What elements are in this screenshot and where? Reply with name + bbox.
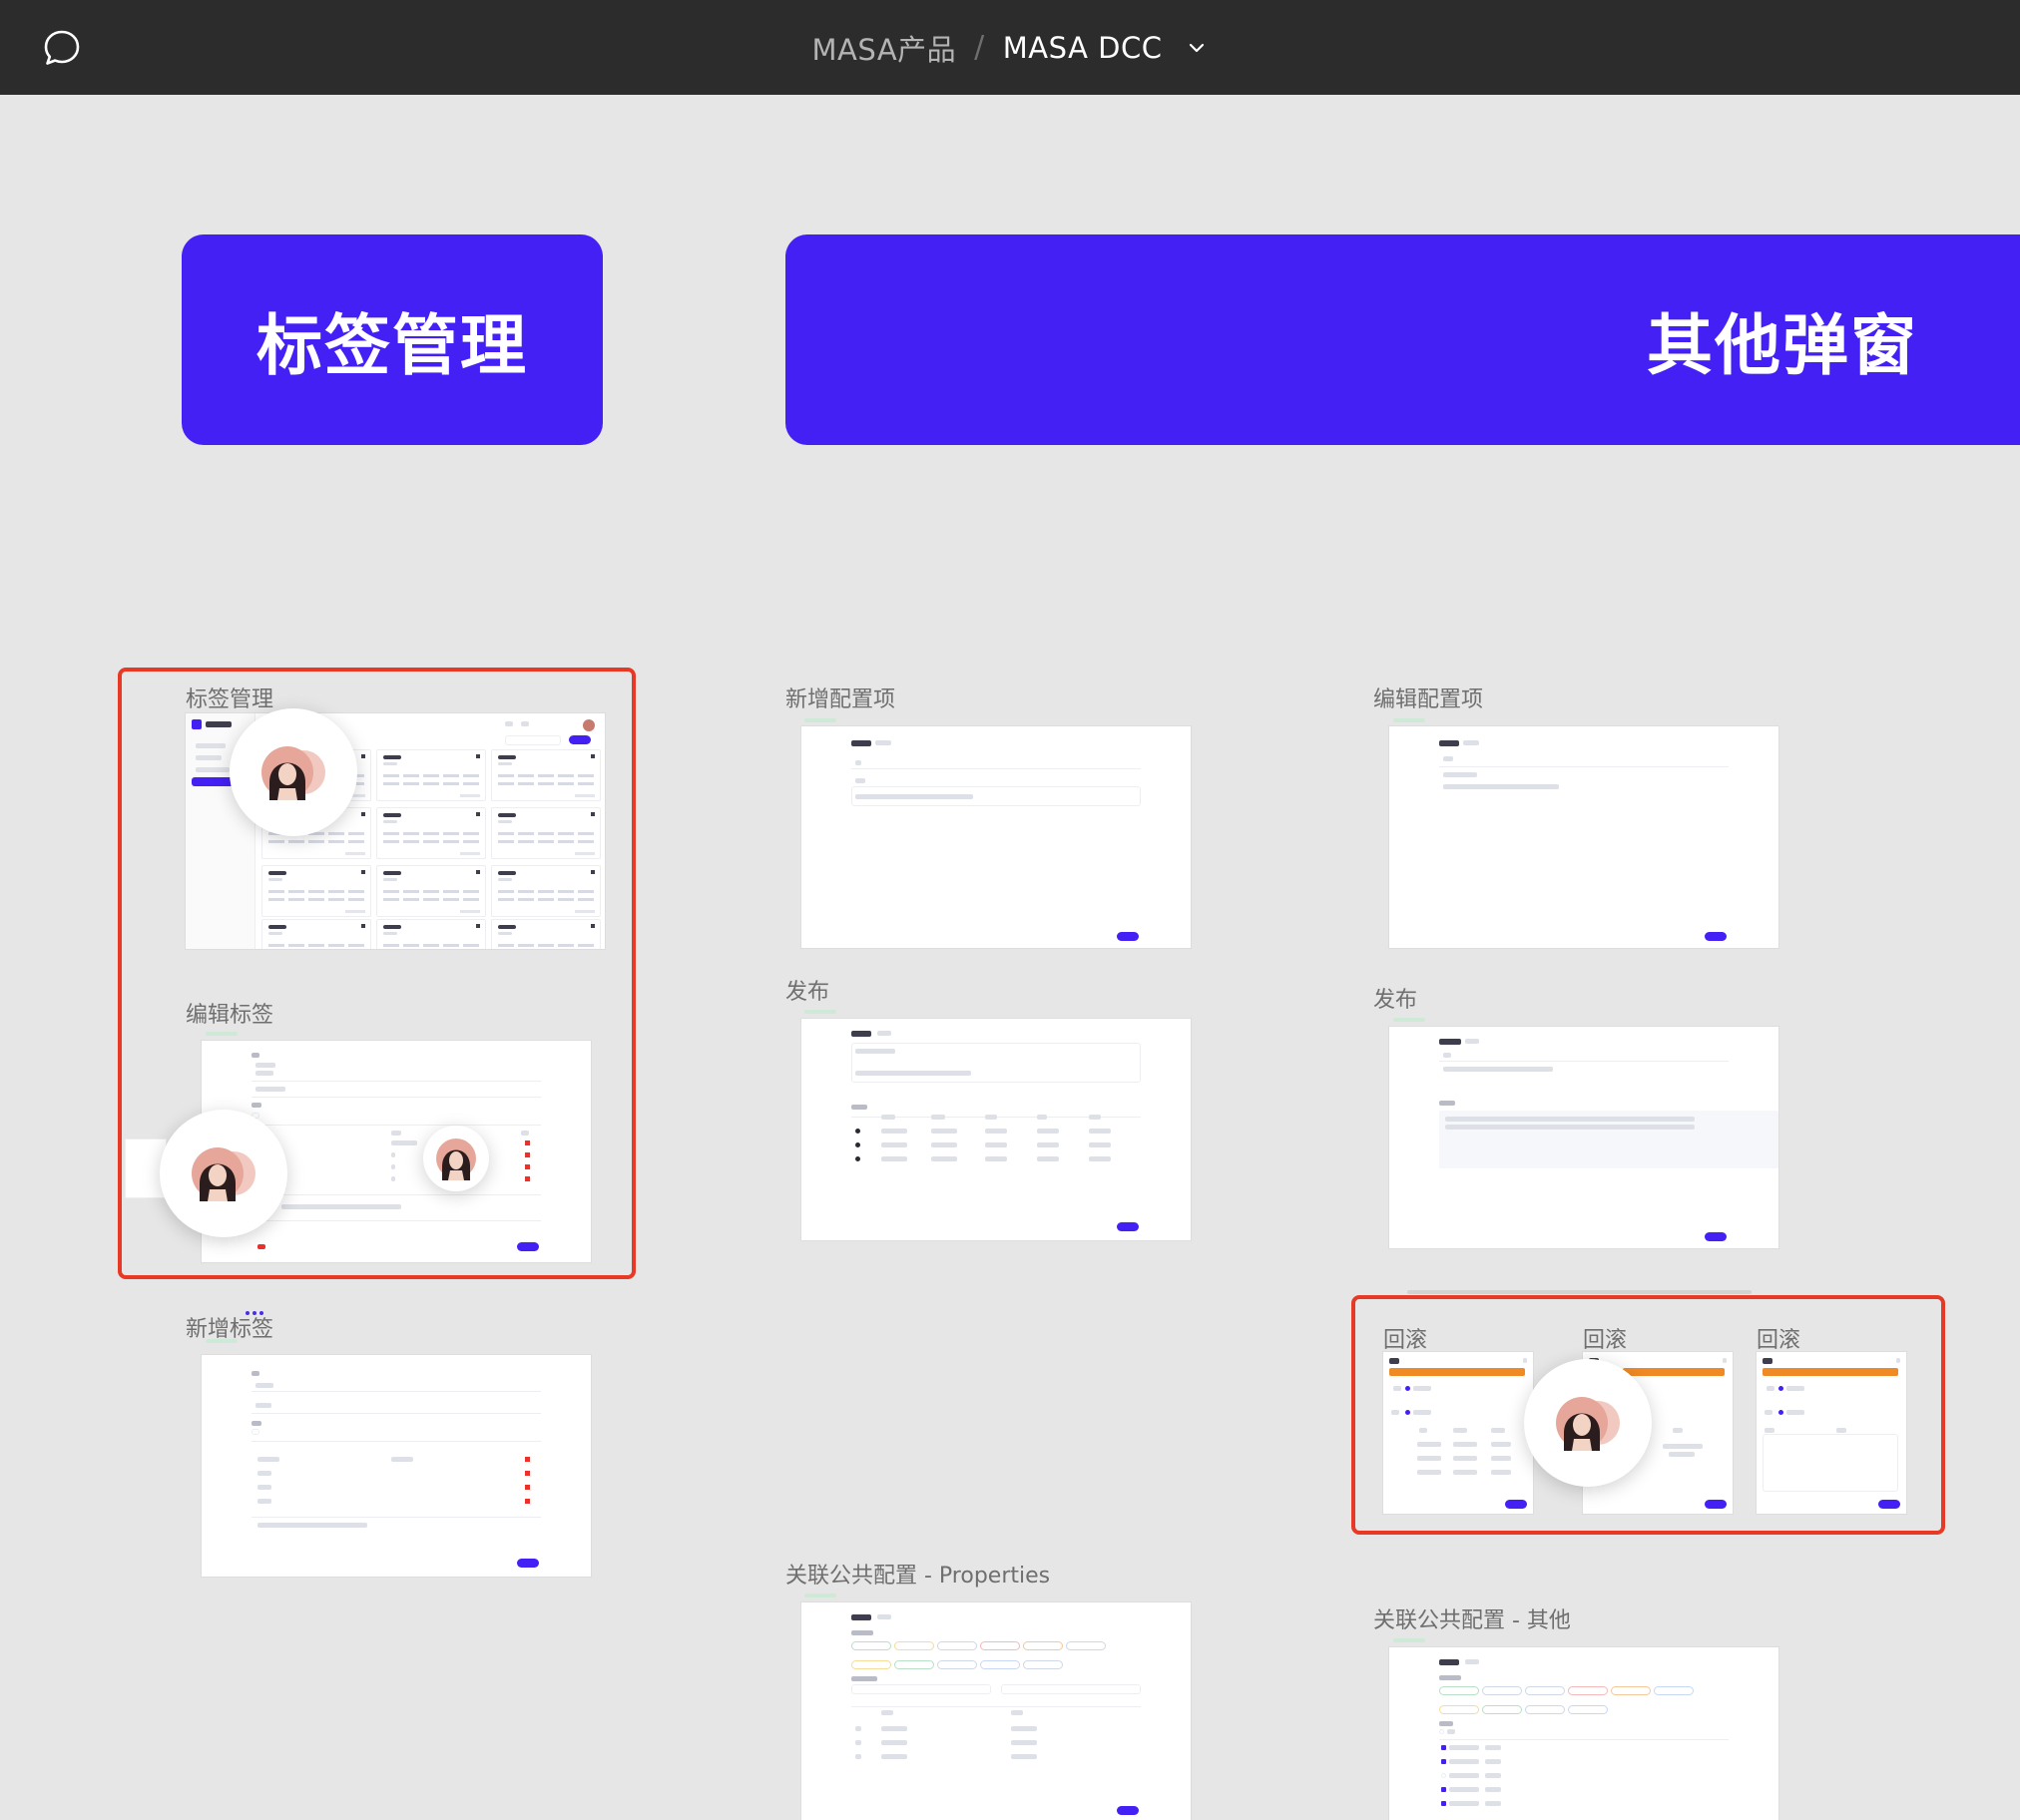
frame-link-public-props[interactable] — [801, 1602, 1191, 1820]
breadcrumb: MASA产品 / MASA DCC — [0, 0, 2020, 95]
avatar[interactable] — [423, 1126, 489, 1191]
section-banner-other[interactable]: 其他弹窗 — [785, 234, 2020, 445]
frame-label-publish-1[interactable]: 发布 — [785, 974, 829, 1006]
avatar[interactable] — [1524, 1359, 1652, 1487]
top-bar: MASA产品 / MASA DCC — [0, 0, 2020, 95]
frame-edit-config[interactable] — [1389, 726, 1778, 948]
frame-add-tag[interactable] — [202, 1355, 591, 1577]
avatar[interactable] — [230, 708, 357, 836]
breadcrumb-current[interactable]: MASA DCC — [1003, 31, 1163, 65]
rollback-note — [1407, 1290, 1752, 1294]
chevron-down-icon[interactable] — [1186, 37, 1208, 59]
section-banner-tags[interactable]: 标签管理 — [182, 234, 603, 445]
frame-publish-1[interactable] — [801, 1019, 1191, 1240]
breadcrumb-parent[interactable]: MASA产品 — [812, 27, 957, 69]
frame-label-add-config[interactable]: 新增配置项 — [785, 682, 895, 713]
frame-link-public-other[interactable] — [1389, 1647, 1778, 1820]
frame-label-publish-2[interactable]: 发布 — [1373, 982, 1417, 1014]
frame-publish-2[interactable] — [1389, 1027, 1778, 1248]
frame-add-config[interactable] — [801, 726, 1191, 948]
frame-label-link-public-other[interactable]: 关联公共配置 - 其他 — [1373, 1602, 1571, 1634]
avatar[interactable] — [160, 1110, 287, 1237]
frame-label-link-public-props[interactable]: 关联公共配置 - Properties — [785, 1558, 1050, 1590]
frame-label-edit-config[interactable]: 编辑配置项 — [1373, 682, 1483, 713]
breadcrumb-separator: / — [974, 30, 985, 65]
more-icon[interactable] — [246, 1300, 267, 1315]
